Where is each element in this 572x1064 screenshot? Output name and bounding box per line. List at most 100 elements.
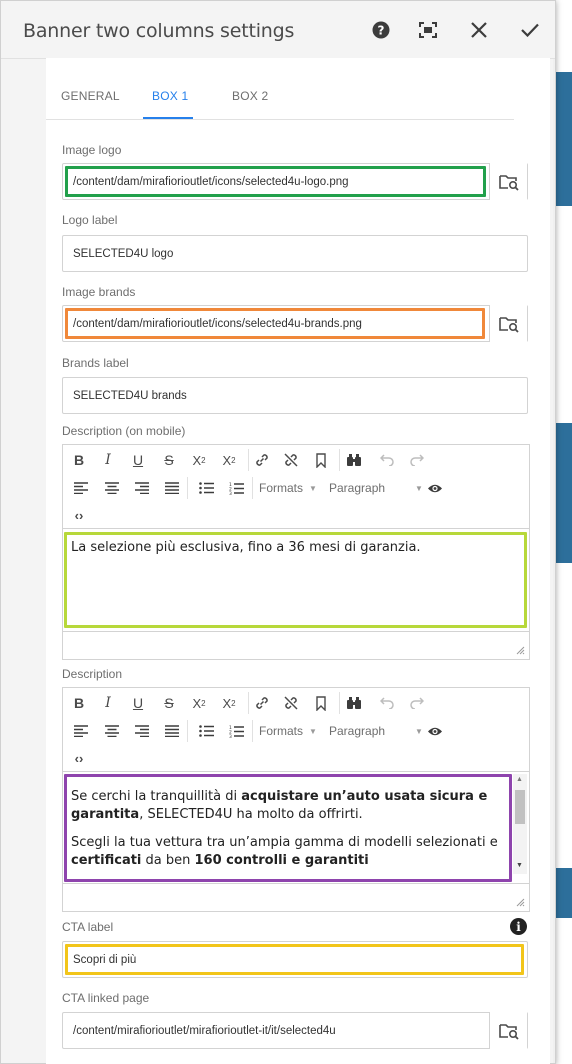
scroll-down-icon[interactable]: ▼ (516, 862, 523, 869)
align-center-icon (105, 725, 119, 737)
anchor-button[interactable] (309, 691, 333, 715)
source-edit-button[interactable]: ‹› (67, 746, 91, 770)
justify-button[interactable] (160, 476, 184, 500)
image-brands-input[interactable]: /content/dam/mirafiorioutlet/icons/selec… (62, 305, 528, 342)
tab-general[interactable]: GENERAL (61, 89, 120, 103)
subscript-button[interactable]: X2 (187, 448, 211, 472)
anchor-button[interactable] (309, 448, 333, 472)
cta-label-input[interactable]: Scopri di più (62, 941, 528, 978)
done-button[interactable] (515, 15, 545, 45)
info-icon[interactable]: i (510, 918, 527, 935)
image-logo-browse-button[interactable] (489, 163, 527, 200)
description-content[interactable]: Se cerchi la tranquillità di acquistare … (71, 788, 501, 874)
dialog-scrollbar[interactable] (553, 59, 556, 1063)
formats-dropdown[interactable]: Formats ▼ (259, 481, 317, 495)
superscript-button[interactable]: X2 (217, 448, 241, 472)
find-replace-button[interactable] (342, 691, 366, 715)
chevron-down-icon: ▼ (415, 483, 423, 493)
strikethrough-button[interactable]: S (157, 691, 181, 715)
superscript-button[interactable]: X2 (217, 691, 241, 715)
scrollbar-thumb[interactable] (515, 790, 525, 824)
bold-button[interactable]: B (67, 448, 91, 472)
formats-dropdown-label: Formats (259, 724, 304, 738)
description-scrollbar[interactable]: ▲ ▼ (513, 774, 527, 874)
link-button[interactable] (250, 691, 274, 715)
toolbar-separator (248, 449, 249, 471)
align-center-button[interactable] (100, 476, 124, 500)
cta-linked-page-input[interactable]: /content/mirafiorioutlet/mirafiorioutlet… (62, 1012, 528, 1049)
bullet-list-button[interactable] (194, 719, 218, 743)
rte-toolbar: B I U S X2 X2 1 2 3 Formats ▼ Paragraph … (63, 445, 529, 529)
image-logo-input[interactable]: /content/dam/mirafiorioutlet/icons/selec… (62, 163, 528, 200)
cta-linked-page-label: CTA linked page (62, 991, 150, 1005)
align-left-button[interactable] (69, 719, 93, 743)
image-brands-label: Image brands (62, 285, 136, 299)
close-icon (471, 22, 487, 38)
rte-statusbar (63, 631, 529, 659)
unlink-button[interactable] (279, 691, 303, 715)
cta-linked-page-value: /content/mirafiorioutlet/mirafiorioutlet… (73, 1024, 336, 1037)
paragraph-dropdown-label: Paragraph (329, 724, 386, 738)
source-edit-button[interactable]: ‹› (67, 503, 91, 527)
numbered-list-button[interactable]: 123 (224, 476, 248, 500)
code-icon: ‹› (74, 507, 84, 523)
formats-dropdown[interactable]: Formats ▼ (259, 724, 317, 738)
cta-linked-page-browse-button[interactable] (489, 1012, 527, 1049)
redo-button[interactable] (405, 691, 429, 715)
resize-grip-icon[interactable] (516, 646, 525, 655)
description-mobile-editor: B I U S X2 X2 1 2 3 Formats ▼ Paragraph … (62, 444, 530, 660)
image-brands-value: /content/dam/mirafiorioutlet/icons/selec… (73, 317, 362, 330)
paragraph-dropdown[interactable]: Paragraph ▼ (329, 724, 423, 738)
bold-button[interactable]: B (67, 691, 91, 715)
rte-statusbar (63, 883, 529, 911)
fullscreen-button[interactable] (413, 15, 443, 45)
cta-label-label: CTA label (62, 920, 114, 934)
align-center-button[interactable] (100, 719, 124, 743)
paragraph-dropdown[interactable]: Paragraph ▼ (329, 481, 423, 495)
bookmark-icon (316, 452, 326, 468)
eye-icon (428, 484, 442, 492)
close-button[interactable] (464, 15, 494, 45)
bullet-list-button[interactable] (194, 476, 218, 500)
scrollbar-thumb[interactable] (555, 63, 556, 1053)
eye-icon (428, 727, 442, 735)
undo-icon (380, 454, 394, 466)
preview-button[interactable] (423, 476, 447, 500)
preview-button[interactable] (423, 719, 447, 743)
unlink-icon (284, 696, 298, 710)
italic-button[interactable]: I (96, 691, 120, 715)
subscript-button[interactable]: X2 (187, 691, 211, 715)
redo-icon (410, 454, 424, 466)
align-right-button[interactable] (130, 476, 154, 500)
find-replace-button[interactable] (342, 448, 366, 472)
tab-box-2[interactable]: BOX 2 (232, 89, 268, 103)
image-logo-label: Image logo (62, 143, 122, 157)
resize-grip-icon[interactable] (516, 898, 525, 907)
logo-label-input[interactable]: SELECTED4U logo (62, 235, 528, 272)
justify-button[interactable] (160, 719, 184, 743)
description-bold-text: certificati (71, 853, 142, 868)
description-mobile-content[interactable]: La selezione più esclusiva, fino a 36 me… (71, 539, 523, 567)
scroll-up-icon[interactable]: ▲ (516, 776, 523, 783)
tab-bar: GENERAL BOX 1 BOX 2 (46, 70, 514, 120)
underline-button[interactable]: U (126, 691, 150, 715)
undo-button[interactable] (375, 691, 399, 715)
numbered-list-button[interactable]: 123 (224, 719, 248, 743)
description-text: da ben (141, 853, 195, 868)
link-button[interactable] (250, 448, 274, 472)
image-logo-value: /content/dam/mirafiorioutlet/icons/selec… (73, 175, 349, 188)
italic-button[interactable]: I (96, 448, 120, 472)
undo-button[interactable] (375, 448, 399, 472)
align-right-button[interactable] (130, 719, 154, 743)
underline-button[interactable]: U (126, 448, 150, 472)
tab-box-1[interactable]: BOX 1 (152, 89, 188, 103)
align-left-button[interactable] (69, 476, 93, 500)
image-brands-browse-button[interactable] (489, 305, 527, 342)
unlink-button[interactable] (279, 448, 303, 472)
numbered-list-icon: 123 (229, 482, 244, 495)
help-button[interactable]: ? (366, 15, 396, 45)
redo-button[interactable] (405, 448, 429, 472)
strikethrough-button[interactable]: S (157, 448, 181, 472)
brands-label-input[interactable]: SELECTED4U brands (62, 377, 528, 414)
justify-icon (165, 482, 179, 494)
